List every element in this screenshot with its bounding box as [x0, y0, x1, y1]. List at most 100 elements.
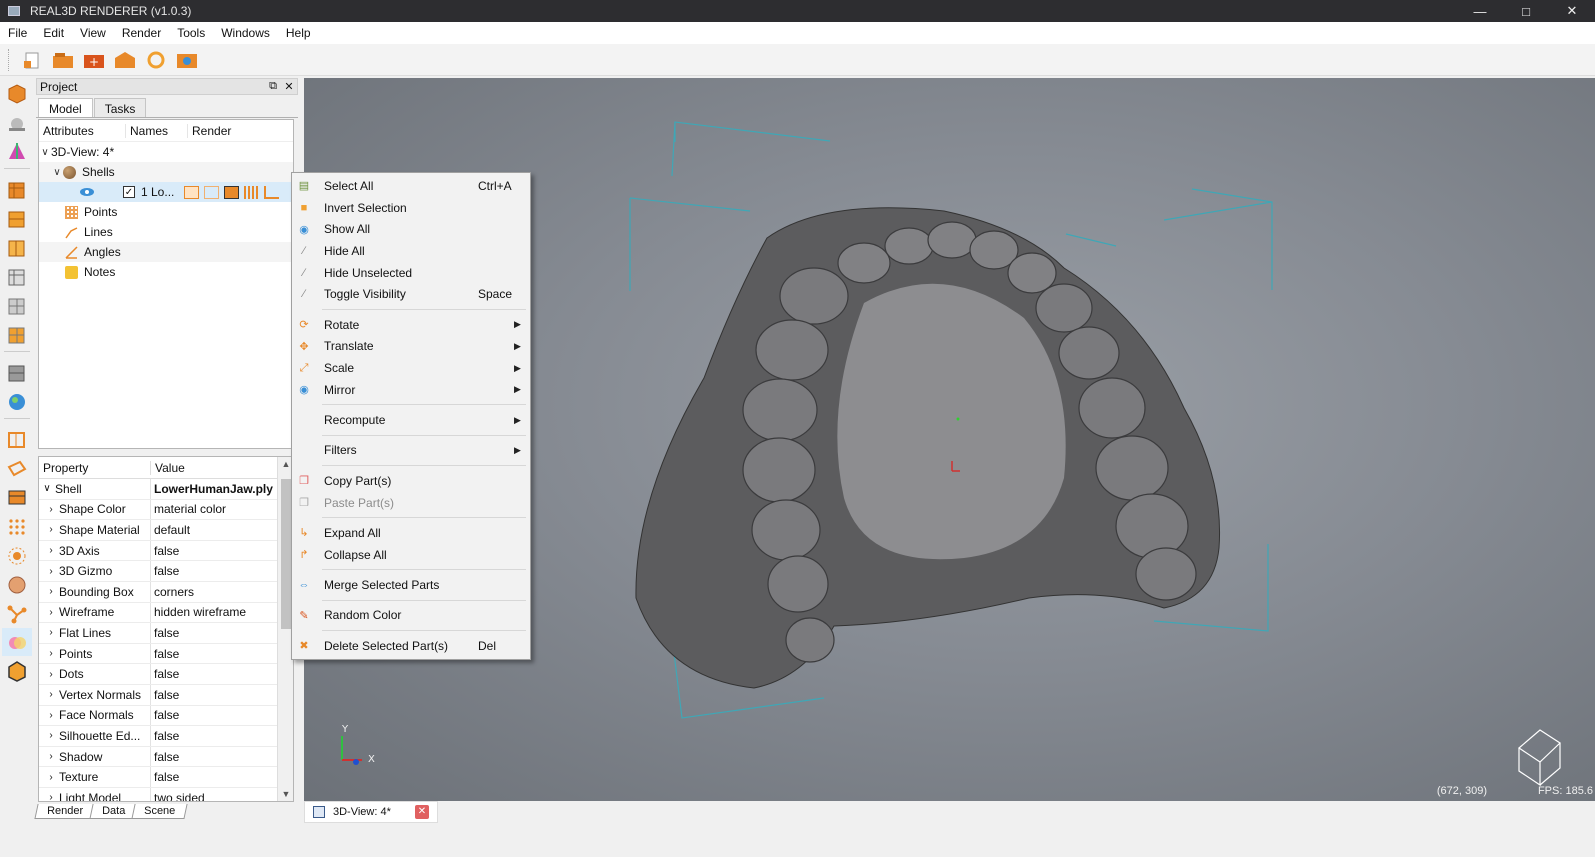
menu-item-translate[interactable]: ✥ Translate ▶ [292, 336, 530, 358]
menu-item-rotate[interactable]: ⟳ Rotate ▶ [292, 314, 530, 336]
property-row[interactable]: › 3D Gizmo false [39, 561, 293, 582]
menu-item-toggle-visibility[interactable]: ∕ Toggle Visibility Space [292, 283, 530, 305]
menu-item-copy-part-s[interactable]: ❐ Copy Part(s) [292, 470, 530, 492]
property-value[interactable]: false [151, 626, 293, 640]
property-value[interactable]: false [151, 708, 293, 722]
column-names[interactable]: Names [126, 123, 188, 138]
menu-item-show-all[interactable]: ◉ Show All [292, 218, 530, 240]
chevron-right-icon[interactable]: › [43, 689, 59, 700]
column-attributes[interactable]: Attributes [39, 123, 126, 138]
view-cube[interactable] [1518, 729, 1561, 787]
visibility-checkbox[interactable]: ✓ [123, 186, 135, 198]
plane-icon[interactable] [2, 454, 32, 482]
menu-item-hide-all[interactable]: ∕ Hide All [292, 240, 530, 262]
cube-edges-icon[interactable] [2, 233, 32, 261]
paint-drop-icon[interactable] [2, 108, 32, 136]
property-value[interactable]: corners [151, 585, 293, 599]
chevron-right-icon[interactable]: › [43, 730, 59, 741]
menu-item-filters[interactable]: Filters ▶ [292, 440, 530, 462]
property-value[interactable]: two sided [151, 791, 293, 801]
eye-icon[interactable] [79, 186, 95, 198]
property-row[interactable]: › Shape Material default [39, 520, 293, 541]
property-row[interactable]: › Shadow false [39, 746, 293, 768]
close-icon[interactable]: ✕ [1549, 0, 1595, 22]
sphere-icon[interactable] [2, 570, 32, 598]
bbox-corners-icon[interactable] [2, 425, 32, 453]
refresh-icon[interactable] [142, 47, 170, 73]
render-graph-icon[interactable] [264, 185, 279, 199]
tab-scene[interactable]: Scene [131, 804, 189, 819]
menu-item-random-color[interactable]: ✎ Random Color [292, 605, 530, 627]
minimize-icon[interactable]: — [1457, 0, 1503, 22]
axis-gizmo-icon[interactable] [2, 137, 32, 165]
property-row[interactable]: › Texture false [39, 767, 293, 788]
property-value[interactable]: false [151, 544, 293, 558]
property-row[interactable]: › Silhouette Ed... false [39, 726, 293, 747]
property-row[interactable]: › Flat Lines false [39, 623, 293, 644]
render-bbox-icon[interactable] [184, 185, 199, 199]
column-value[interactable]: Value [151, 461, 185, 475]
tree-row-item[interactable]: ✓ 1 Lo... [39, 182, 293, 202]
menu-item-delete-selected-part-s[interactable]: ✖ Delete Selected Part(s) Del [292, 635, 530, 657]
open-icon[interactable] [49, 47, 77, 73]
property-value[interactable]: false [151, 688, 293, 702]
chevron-down-icon[interactable]: ∨ [39, 483, 55, 494]
import-icon[interactable] [111, 47, 139, 73]
menu-item-paste-part-s[interactable]: ❐ Paste Part(s) [292, 492, 530, 514]
property-row[interactable]: › Vertex Normals false [39, 684, 293, 706]
burst-icon[interactable] [2, 541, 32, 569]
menu-windows[interactable]: Windows [213, 26, 278, 40]
tab-data[interactable]: Data [89, 804, 138, 819]
menu-file[interactable]: File [0, 26, 35, 40]
render-solid-icon[interactable] [224, 185, 239, 199]
chevron-right-icon[interactable]: › [43, 545, 59, 556]
toolbar-grip[interactable] [8, 48, 12, 71]
tree-row-notes[interactable]: Notes [39, 262, 293, 282]
tree-row-shells[interactable]: ∨ Shells [39, 162, 293, 182]
property-value[interactable]: false [151, 770, 293, 784]
chevron-down-icon[interactable]: ∨ [39, 147, 51, 158]
property-row[interactable]: › Light Model two sided [39, 787, 293, 801]
property-row[interactable]: › 3D Axis false [39, 540, 293, 562]
menu-item-mirror[interactable]: ◉ Mirror ▶ [292, 379, 530, 401]
property-row[interactable]: › Shape Color material color [39, 499, 293, 521]
scroll-down-icon[interactable]: ▼ [278, 789, 293, 799]
property-row[interactable]: › Dots false [39, 664, 293, 685]
chevron-right-icon[interactable]: › [43, 648, 59, 659]
menu-item-invert-selection[interactable]: ■ Invert Selection [292, 197, 530, 219]
menu-edit[interactable]: Edit [35, 26, 72, 40]
solid-cube-icon[interactable] [2, 175, 32, 203]
cube-mesh-icon[interactable] [2, 320, 32, 348]
screenshot-icon[interactable] [173, 47, 201, 73]
property-value[interactable]: material color [151, 502, 293, 516]
tree-row-root[interactable]: ∨ 3D-View: 4* [39, 142, 293, 162]
menu-help[interactable]: Help [278, 26, 319, 40]
tree-row-angles[interactable]: Angles [39, 242, 293, 262]
tree-row-points[interactable]: Points [39, 202, 293, 222]
add-model-icon[interactable]: + [80, 47, 108, 73]
chevron-right-icon[interactable]: › [43, 627, 59, 638]
menu-item-select-all[interactable]: ▤ Select All Ctrl+A [292, 175, 530, 197]
view-tab-3d[interactable]: 3D-View: 4* ✕ [304, 801, 438, 823]
scrollbar-thumb[interactable] [281, 479, 291, 629]
menu-tools[interactable]: Tools [169, 26, 213, 40]
menu-item-scale[interactable]: ⤢ Scale ▶ [292, 357, 530, 379]
chevron-right-icon[interactable]: › [43, 669, 59, 680]
property-value[interactable]: false [151, 750, 293, 764]
tab-model[interactable]: Model [38, 98, 93, 117]
render-dots-icon[interactable] [244, 185, 259, 199]
chevron-right-icon[interactable]: › [43, 751, 59, 762]
property-value[interactable]: false [151, 729, 293, 743]
property-value[interactable]: false [151, 564, 293, 578]
box-shape-icon[interactable] [2, 79, 32, 107]
chevron-right-icon[interactable]: › [43, 586, 59, 597]
new-project-icon[interactable] [18, 47, 46, 73]
property-row[interactable]: › Face Normals false [39, 705, 293, 727]
property-row[interactable]: › Points false [39, 643, 293, 665]
cube-wire-icon[interactable] [2, 262, 32, 290]
chevron-right-icon[interactable]: › [43, 607, 59, 618]
maximize-icon[interactable]: □ [1503, 0, 1549, 22]
chevron-down-icon[interactable]: ∨ [51, 167, 63, 178]
property-row[interactable]: › Bounding Box corners [39, 581, 293, 603]
chevron-right-icon[interactable]: › [43, 772, 59, 783]
